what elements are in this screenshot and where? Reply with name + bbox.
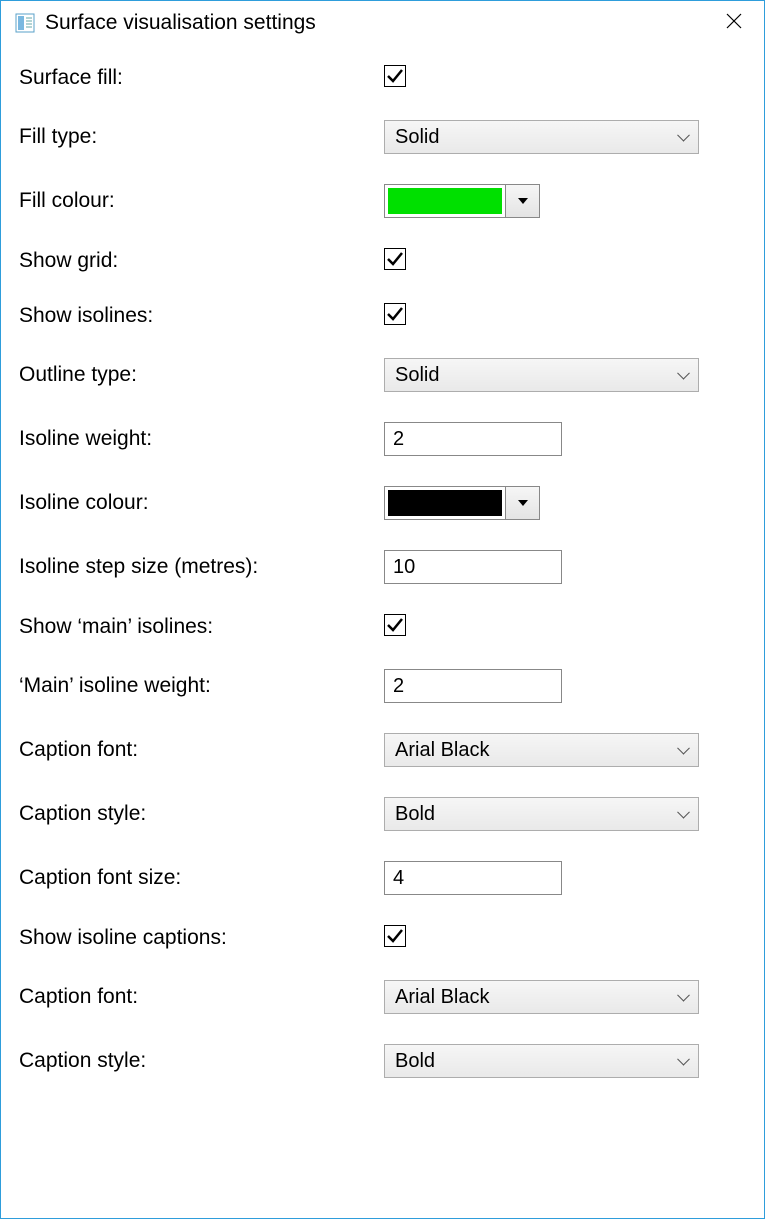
checkbox-surface-fill[interactable] [384, 65, 406, 87]
select-caption-font-2-value: Arial Black [395, 986, 489, 1009]
input-isoline-weight[interactable] [384, 422, 562, 456]
label-isoline-step: Isoline step size (metres): [19, 555, 384, 579]
row-surface-fill: Surface fill: [19, 65, 746, 90]
row-caption-font-size: Caption font size: [19, 861, 746, 895]
row-caption-style: Caption style: Bold [19, 797, 746, 831]
colorpicker-fill-colour[interactable] [384, 184, 540, 218]
label-caption-style-2: Caption style: [19, 1049, 384, 1073]
label-fill-colour: Fill colour: [19, 189, 384, 213]
row-isoline-colour: Isoline colour: [19, 486, 746, 520]
select-caption-font[interactable]: Arial Black [384, 733, 699, 767]
colorpicker-isoline-colour-swatch-inner [388, 490, 502, 516]
colorpicker-isoline-colour-swatch [384, 486, 506, 520]
row-show-isoline-captions: Show isoline captions: [19, 925, 746, 950]
row-show-main-isolines: Show ‘main’ isolines: [19, 614, 746, 639]
label-caption-font: Caption font: [19, 738, 384, 762]
label-surface-fill: Surface fill: [19, 66, 384, 90]
colorpicker-fill-colour-swatch [384, 184, 506, 218]
label-caption-font-2: Caption font: [19, 985, 384, 1009]
row-caption-font: Caption font: Arial Black [19, 733, 746, 767]
row-outline-type: Outline type: Solid [19, 358, 746, 392]
row-show-isolines: Show isolines: [19, 303, 746, 328]
window-title: Surface visualisation settings [45, 11, 714, 35]
label-outline-type: Outline type: [19, 363, 384, 387]
colorpicker-isoline-colour-dropdown[interactable] [506, 486, 540, 520]
label-main-isoline-weight: ‘Main’ isoline weight: [19, 674, 384, 698]
select-caption-font-2[interactable]: Arial Black [384, 980, 699, 1014]
label-show-grid: Show grid: [19, 249, 384, 273]
label-isoline-colour: Isoline colour: [19, 491, 384, 515]
input-main-isoline-weight[interactable] [384, 669, 562, 703]
select-caption-style[interactable]: Bold [384, 797, 699, 831]
label-caption-font-size: Caption font size: [19, 866, 384, 890]
label-isoline-weight: Isoline weight: [19, 427, 384, 451]
row-caption-font-2: Caption font: Arial Black [19, 980, 746, 1014]
label-show-main-isolines: Show ‘main’ isolines: [19, 615, 384, 639]
checkbox-show-main-isolines[interactable] [384, 614, 406, 636]
row-caption-style-2: Caption style: Bold [19, 1044, 746, 1078]
select-caption-font-value: Arial Black [395, 739, 489, 762]
titlebar: Surface visualisation settings [1, 1, 764, 45]
row-main-isoline-weight: ‘Main’ isoline weight: [19, 669, 746, 703]
checkbox-show-grid[interactable] [384, 248, 406, 270]
close-button[interactable] [714, 11, 754, 35]
input-isoline-step[interactable] [384, 550, 562, 584]
colorpicker-fill-colour-dropdown[interactable] [506, 184, 540, 218]
checkbox-show-isoline-captions[interactable] [384, 925, 406, 947]
select-fill-type-value: Solid [395, 126, 439, 149]
row-isoline-weight: Isoline weight: [19, 422, 746, 456]
input-caption-font-size[interactable] [384, 861, 562, 895]
app-icon [15, 13, 35, 33]
colorpicker-fill-colour-swatch-inner [388, 188, 502, 214]
label-show-isolines: Show isolines: [19, 304, 384, 328]
select-caption-style-value: Bold [395, 803, 435, 826]
row-fill-type: Fill type: Solid [19, 120, 746, 154]
row-show-grid: Show grid: [19, 248, 746, 273]
row-fill-colour: Fill colour: [19, 184, 746, 218]
content-area: Surface fill: Fill type: Solid Fill colo… [1, 45, 764, 1218]
label-fill-type: Fill type: [19, 125, 384, 149]
select-outline-type-value: Solid [395, 364, 439, 387]
select-caption-style-2-value: Bold [395, 1050, 435, 1073]
colorpicker-isoline-colour[interactable] [384, 486, 540, 520]
label-show-isoline-captions: Show isoline captions: [19, 926, 384, 950]
select-fill-type[interactable]: Solid [384, 120, 699, 154]
settings-window: Surface visualisation settings Surface f… [0, 0, 765, 1219]
select-caption-style-2[interactable]: Bold [384, 1044, 699, 1078]
checkbox-show-isolines[interactable] [384, 303, 406, 325]
label-caption-style: Caption style: [19, 802, 384, 826]
row-isoline-step: Isoline step size (metres): [19, 550, 746, 584]
select-outline-type[interactable]: Solid [384, 358, 699, 392]
